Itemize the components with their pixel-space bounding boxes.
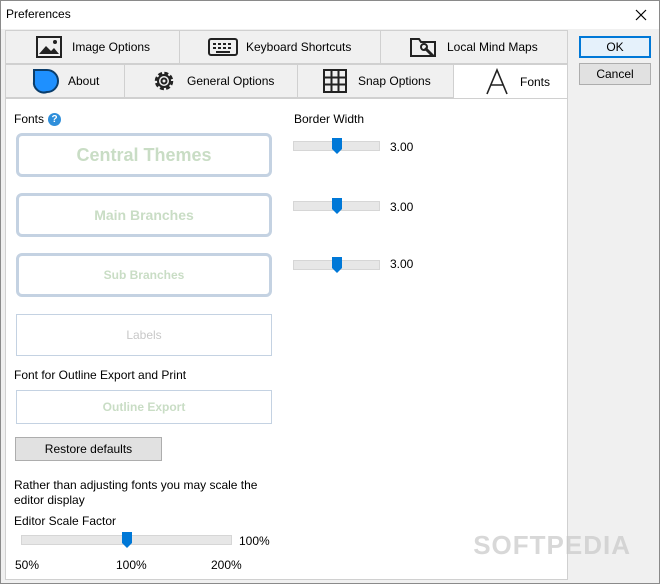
border-width-heading: Border Width (294, 112, 365, 126)
main-border-width-slider[interactable] (293, 198, 380, 214)
tab-local-mind-maps[interactable]: Local Mind Maps (380, 30, 568, 64)
tab-label: Snap Options (358, 74, 431, 88)
scale-tick-max: 200% (211, 558, 242, 572)
restore-defaults-button[interactable]: Restore defaults (15, 437, 162, 461)
tab-snap-options[interactable]: Snap Options (297, 64, 454, 98)
window-title: Preferences (6, 7, 71, 21)
central-border-width-value: 3.00 (390, 140, 414, 154)
editor-scale-slider[interactable] (21, 532, 232, 548)
slider-thumb[interactable] (332, 257, 342, 273)
tab-general-options[interactable]: General Options (124, 64, 298, 98)
tab-label: About (68, 74, 100, 88)
font-icon (482, 68, 512, 96)
main-branches-font-button[interactable]: Main Branches (16, 193, 272, 237)
sub-border-width-slider[interactable] (293, 257, 380, 273)
sub-branches-font-button[interactable]: Sub Branches (16, 253, 272, 297)
tab-keyboard-shortcuts[interactable]: Keyboard Shortcuts (179, 30, 381, 64)
tab-label: Image Options (72, 40, 151, 54)
tab-label: General Options (187, 74, 275, 88)
preferences-window: Preferences Image Options Keyboard Short… (0, 0, 660, 584)
sub-border-width-value: 3.00 (390, 257, 414, 271)
scale-tick-mid: 100% (116, 558, 147, 572)
tab-label: Keyboard Shortcuts (246, 40, 352, 54)
folder-wrench-icon (409, 33, 439, 61)
tab-fonts[interactable]: Fonts (453, 64, 568, 100)
title-bar: Preferences (1, 1, 659, 29)
tab-label: Local Mind Maps (447, 40, 538, 54)
grid-icon (320, 67, 350, 95)
cancel-button[interactable]: Cancel (579, 63, 651, 85)
scale-value: 100% (239, 534, 270, 548)
keyboard-icon (208, 33, 238, 61)
slider-thumb[interactable] (332, 138, 342, 154)
watermark: SOFTPEDIA (473, 530, 631, 560)
gear-icon (149, 67, 179, 95)
central-border-width-slider[interactable] (293, 138, 380, 154)
image-icon (34, 33, 64, 61)
outline-font-heading: Font for Outline Export and Print (14, 368, 187, 382)
close-icon (635, 9, 647, 21)
labels-font-button[interactable]: Labels (16, 314, 272, 356)
scale-tick-min: 50% (15, 558, 40, 572)
help-icon[interactable]: ? (48, 113, 62, 127)
scale-heading: Editor Scale Factor (14, 514, 117, 528)
main-border-width-value: 3.00 (390, 200, 414, 214)
central-themes-font-button[interactable]: Central Themes (16, 133, 272, 177)
fonts-heading-text: Fonts (14, 112, 45, 126)
tab-about[interactable]: About (5, 64, 125, 98)
fonts-heading: Fonts? (14, 112, 62, 127)
ok-button[interactable]: OK (579, 36, 651, 58)
about-icon (30, 67, 60, 95)
slider-thumb[interactable] (332, 198, 342, 214)
slider-thumb[interactable] (122, 532, 132, 548)
close-button[interactable] (629, 3, 653, 27)
tab-image-options[interactable]: Image Options (5, 30, 180, 64)
outline-export-font-button[interactable]: Outline Export (16, 390, 272, 424)
tab-label: Fonts (520, 75, 551, 89)
scale-note: Rather than adjusting fonts you may scal… (14, 478, 258, 507)
